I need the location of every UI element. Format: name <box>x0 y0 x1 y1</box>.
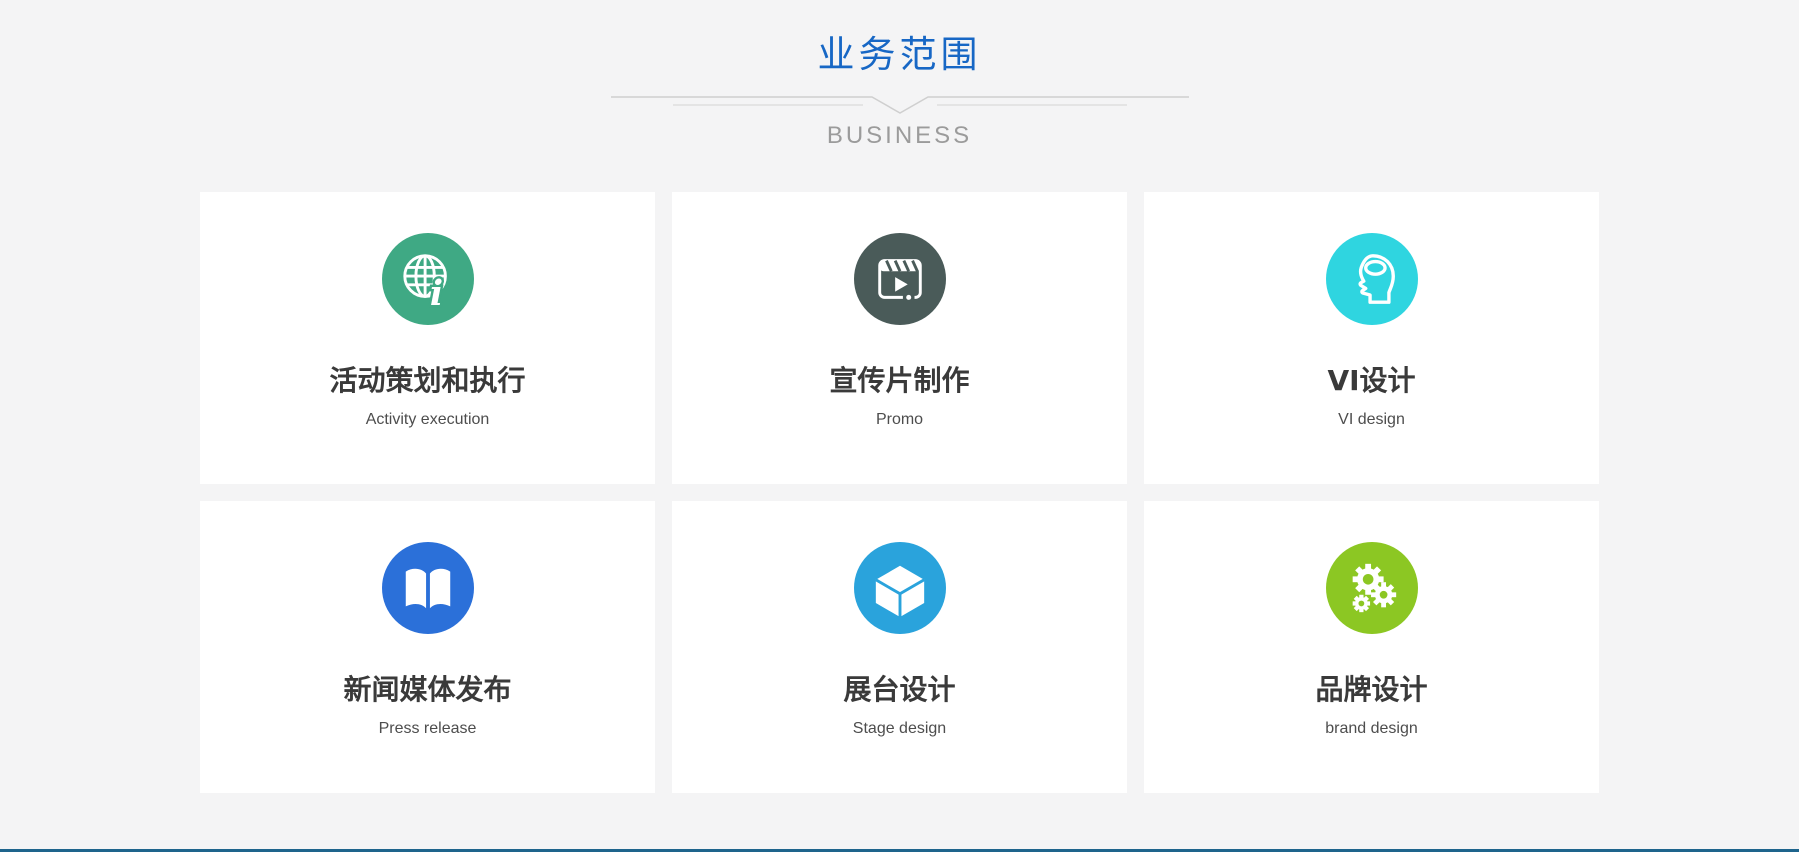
card-title: 新闻媒体发布 <box>200 668 655 708</box>
card-title: 宣传片制作 <box>672 359 1127 399</box>
card-stage-design[interactable]: 展台设计 Stage design <box>672 501 1127 793</box>
clapperboard-play-icon <box>854 233 946 325</box>
card-promo[interactable]: 宣传片制作 Promo <box>672 192 1127 484</box>
globe-info-icon: i <box>382 233 474 325</box>
open-book-icon <box>382 542 474 634</box>
head-profile-icon <box>1326 233 1418 325</box>
card-subtitle: Promo <box>672 411 1127 429</box>
divider-chevron-ornament <box>611 92 1189 118</box>
card-subtitle: brand design <box>1144 720 1599 738</box>
page-title: 业务范围 <box>0 24 1799 78</box>
svg-text:i: i <box>429 273 442 308</box>
section-header: 业务范围 BUSINESS <box>0 0 1799 150</box>
card-subtitle: Press release <box>200 720 655 738</box>
card-title: 活动策划和执行 <box>200 359 655 399</box>
card-subtitle: Stage design <box>672 720 1127 738</box>
card-title: VI设计 <box>1144 359 1599 399</box>
gears-icon <box>1326 542 1418 634</box>
card-subtitle: Activity execution <box>200 411 655 429</box>
business-cards-grid: i 活动策划和执行 Activity execution 宣传片制作 <box>200 192 1599 793</box>
card-title: 展台设计 <box>672 668 1127 708</box>
business-section-page: { "page": { "background_color": "#f4f4f5… <box>0 0 1799 852</box>
section-subtitle: BUSINESS <box>0 122 1799 150</box>
card-brand-design[interactable]: 品牌设计 brand design <box>1144 501 1599 793</box>
card-vi-design[interactable]: VI设计 VI design <box>1144 192 1599 484</box>
card-subtitle: VI design <box>1144 411 1599 429</box>
cube-icon <box>854 542 946 634</box>
card-activity-execution[interactable]: i 活动策划和执行 Activity execution <box>200 192 655 484</box>
card-title: 品牌设计 <box>1144 668 1599 708</box>
card-press-release[interactable]: 新闻媒体发布 Press release <box>200 501 655 793</box>
